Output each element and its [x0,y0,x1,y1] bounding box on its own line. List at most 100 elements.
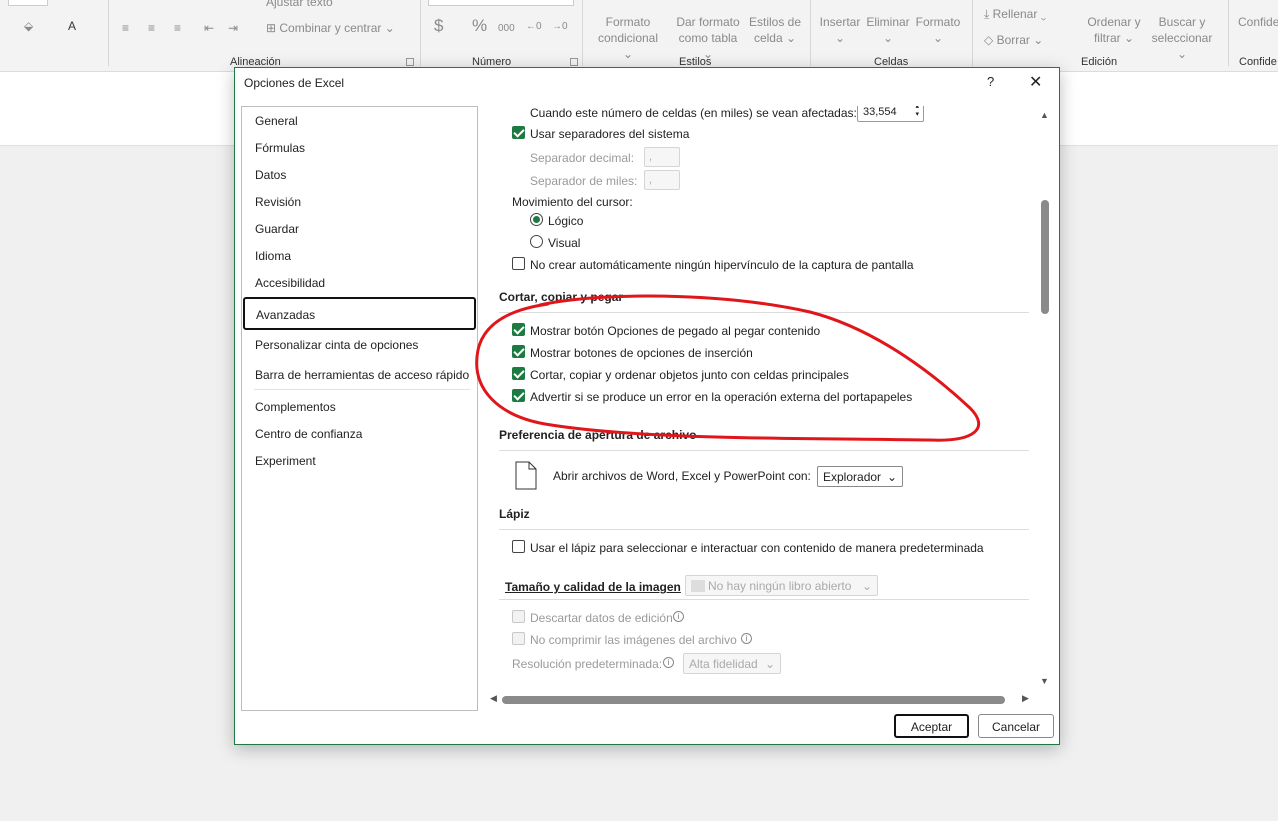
document-icon [515,461,537,490]
info-icon[interactable]: i [663,657,674,668]
nav-item-personalizar-cinta[interactable]: Personalizar cinta de opciones [255,338,418,352]
scroll-left-icon: ◀ [490,693,497,703]
scroll-down-icon: ▼ [1040,676,1049,686]
nav-item-revision[interactable]: Revisión [255,195,301,209]
chevron-down-icon: ⌄ [886,470,897,484]
open-files-label: Abrir archivos de Word, Excel y PowerPoi… [553,469,811,483]
info-icon[interactable]: i [741,633,752,644]
nav-item-accesibilidad[interactable]: Accesibilidad [255,276,325,290]
currency-button[interactable]: $ [434,17,443,34]
nav-item-complementos[interactable]: Complementos [255,400,336,414]
info-icon[interactable]: i [673,611,684,622]
use-pen-checkbox[interactable] [512,540,525,553]
system-separators-checkbox[interactable] [512,126,525,139]
align-center-icon[interactable]: ≡ [148,20,155,36]
format-cells-button[interactable]: Formato ⌄ [914,14,962,46]
merge-center-button[interactable]: ⊞ Combinar y centrar ⌄ [266,20,395,36]
options-nav: General Fórmulas Datos Revisión Guardar … [241,106,478,711]
fill-color-icon[interactable]: ⬙ [24,18,33,34]
cells-threshold-spinner[interactable]: 33,554 ▴ ▾ [857,106,924,122]
excel-file-icon [691,580,705,592]
fill-button[interactable]: ⤓ Rellenar ⌄ [984,6,1046,22]
delete-cells-button[interactable]: Eliminar ⌄ [866,14,910,46]
excel-ribbon: ⬙ A ≡ ≡ ≡ ⇤ ⇥ Ajustar texto ⊞ Combinar y… [0,0,1278,72]
excel-options-dialog: Opciones de Excel ? ✕ General Fórmulas D… [234,67,1060,745]
wrap-text-button[interactable]: Ajustar texto [266,0,333,10]
align-left-icon[interactable]: ≡ [122,20,129,36]
cursor-logical-label: Lógico [548,214,584,228]
nav-item-general[interactable]: General [255,114,298,128]
decrease-decimal-button[interactable]: →0 [552,19,568,35]
section-image-quality: Tamaño y calidad de la imagen [505,580,681,594]
image-workbook-dropdown[interactable]: No hay ningún libro abierto ⌄ [685,575,878,596]
cursor-logical-radio[interactable] [530,213,543,226]
alignment-launcher[interactable] [406,58,414,66]
nav-item-guardar[interactable]: Guardar [255,222,299,236]
discard-edit-data-label: Descartar datos de edición [530,611,673,625]
discard-edit-data-checkbox[interactable] [512,610,525,623]
group-label-confide: Confide [1239,56,1277,68]
nav-item-centro-confianza[interactable]: Centro de confianza [255,427,362,441]
font-color-icon[interactable]: A [68,18,76,34]
system-separators-label: Usar separadores del sistema [530,127,690,141]
sort-filter-button[interactable]: Ordenar y filtrar ⌄ [1084,14,1144,46]
thousands-button[interactable]: 000 [498,21,515,37]
nav-item-datos[interactable]: Datos [255,168,286,182]
scroll-right-icon: ▶ [1022,693,1029,703]
decimal-separator-input[interactable]: , [644,147,680,167]
default-resolution-label: Resolución predeterminada: [512,657,663,671]
increase-decimal-button[interactable]: ←0 [526,19,542,35]
horizontal-scrollbar[interactable]: ◀ ▶ [490,693,1030,707]
decrease-indent-icon[interactable]: ⇤ [204,20,214,36]
find-select-button[interactable]: Buscar y seleccionar ⌄ [1146,14,1218,62]
cell-styles-button[interactable]: Estilos de celda ⌄ [748,14,802,46]
clear-button[interactable]: ◇ Borrar ⌄ [984,32,1043,48]
dialog-title: Opciones de Excel [244,76,345,90]
format-as-table-button[interactable]: Dar formato como tabla ⌄ [672,14,744,62]
nav-item-barra-acceso-rapido[interactable]: Barra de herramientas de acceso rápido [255,368,469,382]
nav-item-avanzadas[interactable]: Avanzadas [243,297,476,330]
horizontal-scroll-thumb[interactable] [502,696,1005,704]
cut-copy-sort-checkbox[interactable] [512,367,525,380]
chevron-down-icon: ⌄ [861,579,872,593]
chevron-down-icon: ⌄ [764,657,775,671]
thousands-separator-input[interactable]: , [644,170,680,190]
scroll-up-icon: ▲ [1040,110,1049,120]
font-size-box[interactable] [8,0,48,6]
percent-button[interactable]: % [472,17,487,34]
sensitivity-button[interactable]: Confide [1238,14,1278,30]
options-content: Cuando este número de celdas (en miles) … [493,106,1033,691]
section-file-open: Preferencia de apertura de archivo [499,428,697,442]
clipboard-warning-checkbox[interactable] [512,389,525,402]
increase-indent-icon[interactable]: ⇥ [228,20,238,36]
cells-threshold-label: Cuando este número de celdas (en miles) … [530,106,857,120]
nav-item-formulas[interactable]: Fórmulas [255,141,305,155]
paste-options-checkbox[interactable] [512,323,525,336]
vertical-scrollbar[interactable]: ▲ ▼ [1038,106,1052,691]
no-hyperlink-checkbox[interactable] [512,257,525,270]
cursor-visual-radio[interactable] [530,235,543,248]
nav-item-idioma[interactable]: Idioma [255,249,291,263]
no-compress-label: No comprimir las imágenes del archivo [530,633,737,647]
insert-cells-button[interactable]: Insertar ⌄ [818,14,862,46]
close-icon[interactable]: ✕ [1029,72,1042,92]
cursor-visual-label: Visual [548,236,581,250]
ok-button[interactable]: Aceptar [894,714,969,738]
spinner-arrows-icon: ▴ ▾ [915,106,919,118]
insert-options-checkbox[interactable] [512,345,525,358]
open-files-dropdown[interactable]: Explorador ⌄ [817,466,903,487]
no-compress-checkbox[interactable] [512,632,525,645]
help-button[interactable]: ? [987,74,994,89]
number-launcher[interactable] [570,58,578,66]
no-hyperlink-label: No crear automáticamente ningún hipervín… [530,258,914,272]
use-pen-label: Usar el lápiz para seleccionar e interac… [530,541,984,555]
cancel-button[interactable]: Cancelar [978,714,1054,738]
align-right-icon[interactable]: ≡ [174,20,181,36]
decimal-separator-label: Separador decimal: [530,151,635,165]
nav-item-experiment[interactable]: Experiment [255,454,316,468]
default-resolution-dropdown[interactable]: Alta fidelidad ⌄ [683,653,781,674]
number-format-box[interactable] [428,0,574,6]
thousands-separator-label: Separador de miles: [530,174,638,188]
conditional-format-button[interactable]: Formato condicional ⌄ [592,14,664,62]
vertical-scroll-thumb[interactable] [1041,200,1049,314]
